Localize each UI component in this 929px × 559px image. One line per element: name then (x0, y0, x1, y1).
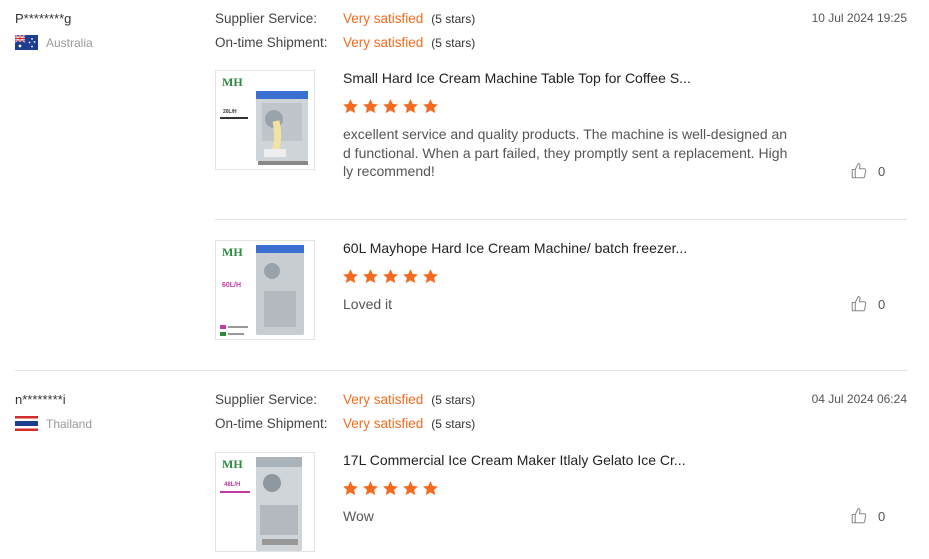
ontime-shipment-stars: (5 stars) (431, 36, 476, 50)
star-icon (423, 481, 438, 496)
review-divider (15, 370, 907, 371)
supplier-service-stars: (5 stars) (431, 393, 476, 407)
ontime-shipment-value: Very satisfied (343, 35, 424, 50)
star-icon (403, 481, 418, 496)
star-icon (383, 99, 398, 114)
like-button[interactable]: 0 (850, 507, 885, 525)
ontime-shipment-rating: On-time Shipment: Very satisfied (5 star… (215, 416, 475, 431)
supplier-service-value: Very satisfied (343, 392, 424, 407)
ontime-shipment-value: Very satisfied (343, 416, 424, 431)
product-thumbnail[interactable]: MH 48L/H (215, 452, 315, 552)
product-star-rating (342, 98, 439, 115)
review-date: 04 Jul 2024 06:24 (811, 392, 907, 406)
star-icon (363, 99, 378, 114)
supplier-service-label: Supplier Service: (215, 11, 318, 26)
like-button[interactable]: 0 (850, 295, 885, 313)
supplier-service-rating: Supplier Service: Very satisfied (5 star… (215, 392, 475, 407)
star-icon (423, 99, 438, 114)
product-review: MH 48L/H 17L Commercial Ice Cream Maker … (215, 452, 907, 552)
thumb-brand: MH (222, 75, 243, 89)
product-review: MH 60L/H 60L Mayhope Hard Ice Cream Mach… (215, 240, 907, 340)
star-icon (383, 481, 398, 496)
thumb-brand: MH (222, 245, 243, 259)
thumbs-up-icon (851, 507, 867, 524)
thumbs-up-icon (851, 162, 867, 179)
like-button[interactable]: 0 (850, 162, 885, 180)
like-count: 0 (878, 508, 886, 524)
star-icon (383, 269, 398, 284)
supplier-service-label: Supplier Service: (215, 392, 318, 407)
product-star-rating (342, 480, 439, 497)
star-icon (343, 481, 358, 496)
product-review: MH 20L/H Small Hard Ice Cream Machine Ta… (215, 70, 907, 200)
product-title[interactable]: 60L Mayhope Hard Ice Cream Machine/ batc… (343, 240, 687, 256)
product-thumbnail[interactable]: MH 60L/H (215, 240, 315, 340)
supplier-service-rating: Supplier Service: Very satisfied (5 star… (215, 11, 475, 26)
country-name: Thailand (46, 416, 93, 431)
buyer-country: Thailand (15, 416, 92, 431)
australia-flag-icon (15, 35, 38, 50)
star-icon (423, 269, 438, 284)
buyer-country: Australia (15, 35, 93, 50)
ontime-shipment-rating: On-time Shipment: Very satisfied (5 star… (215, 35, 475, 50)
product-title[interactable]: Small Hard Ice Cream Machine Table Top f… (343, 70, 691, 86)
product-thumbnail[interactable]: MH 20L/H (215, 70, 315, 170)
like-count: 0 (878, 163, 886, 179)
ontime-shipment-label: On-time Shipment: (215, 416, 328, 431)
star-icon (343, 99, 358, 114)
thumb-spec: 60L/H (222, 282, 241, 289)
thumbs-up-icon (851, 295, 867, 312)
star-icon (363, 481, 378, 496)
star-icon (403, 99, 418, 114)
review-comment: excellent service and quality products. … (343, 126, 788, 179)
star-icon (403, 269, 418, 284)
thumb-spec: 48L/H (224, 482, 240, 488)
product-title[interactable]: 17L Commercial Ice Cream Maker Itlaly Ge… (343, 452, 686, 468)
product-star-rating (342, 268, 439, 285)
review-comment: Wow (343, 508, 374, 524)
product-divider (215, 219, 907, 220)
star-icon (363, 269, 378, 284)
review-date: 10 Jul 2024 19:25 (811, 11, 907, 25)
buyer-name: P********g (15, 11, 72, 26)
buyer-name: n********i (15, 392, 66, 407)
like-count: 0 (878, 296, 886, 312)
review-comment: Loved it (343, 296, 393, 312)
thumb-brand: MH (222, 457, 243, 471)
ontime-shipment-stars: (5 stars) (431, 417, 476, 431)
supplier-service-value: Very satisfied (343, 11, 424, 26)
thailand-flag-icon (15, 416, 38, 431)
star-icon (343, 269, 358, 284)
ontime-shipment-label: On-time Shipment: (215, 35, 328, 50)
country-name: Australia (46, 35, 93, 50)
thumb-spec: 20L/H (223, 109, 237, 115)
supplier-service-stars: (5 stars) (431, 12, 476, 26)
